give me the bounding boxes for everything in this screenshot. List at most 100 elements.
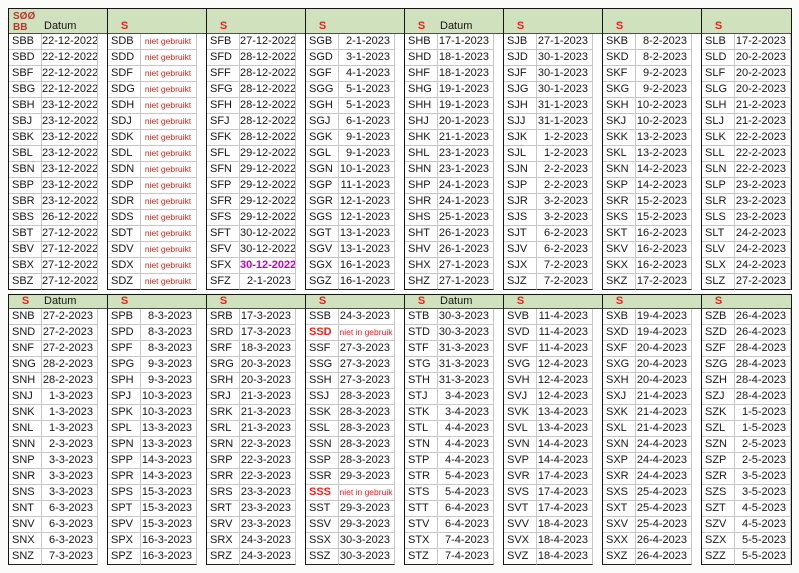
date-cell[interactable]: 14-2-2023: [636, 162, 692, 178]
code-cell[interactable]: SDG: [108, 82, 141, 98]
code-cell[interactable]: SGN: [306, 162, 339, 178]
code-cell[interactable]: SSZ: [306, 549, 339, 565]
group-header[interactable]: S: [504, 294, 602, 309]
code-cell[interactable]: SXH: [603, 373, 636, 389]
group-header[interactable]: S: [306, 294, 404, 309]
code-cell[interactable]: SSV: [306, 517, 339, 533]
date-cell[interactable]: 14-4-2023: [537, 453, 593, 469]
code-cell[interactable]: SXB: [603, 309, 636, 325]
code-cell[interactable]: STP: [405, 453, 438, 469]
code-cell[interactable]: STH: [405, 373, 438, 389]
code-cell[interactable]: SVR: [504, 469, 537, 485]
date-cell[interactable]: 20-3-2023: [240, 373, 296, 389]
code-cell[interactable]: SZV: [702, 517, 735, 533]
date-cell[interactable]: 20-4-2023: [636, 357, 692, 373]
date-cell[interactable]: 26-4-2023: [636, 549, 692, 565]
date-cell[interactable]: 2-5-2023: [735, 453, 791, 469]
code-cell[interactable]: SKZ: [603, 274, 636, 290]
code-cell[interactable]: SPD: [108, 325, 141, 341]
date-cell[interactable]: 22-12-2022: [42, 34, 98, 50]
code-cell[interactable]: STZ: [405, 549, 438, 565]
code-cell[interactable]: SDP: [108, 178, 141, 194]
code-cell[interactable]: SRG: [207, 357, 240, 373]
date-cell[interactable]: 23-2-2023: [735, 194, 791, 210]
date-cell[interactable]: 12-1-2023: [339, 194, 395, 210]
date-cell[interactable]: 21-3-2023: [240, 389, 296, 405]
code-cell[interactable]: SRR: [207, 469, 240, 485]
code-cell[interactable]: SPB: [108, 309, 141, 325]
date-cell[interactable]: 28-3-2023: [339, 389, 395, 405]
date-cell[interactable]: 31-3-2023: [438, 373, 494, 389]
date-cell[interactable]: 18-4-2023: [537, 517, 593, 533]
date-cell[interactable]: 1-3-2023: [42, 421, 98, 437]
code-cell[interactable]: SBZ: [9, 274, 42, 290]
code-cell[interactable]: SDZ: [108, 274, 141, 290]
code-cell[interactable]: SGX: [306, 258, 339, 274]
date-cell[interactable]: 5-4-2023: [438, 469, 494, 485]
date-cell[interactable]: 5-5-2023: [735, 533, 791, 549]
code-cell[interactable]: SKN: [603, 162, 636, 178]
code-cell[interactable]: SNJ: [9, 389, 42, 405]
code-cell[interactable]: SVJ: [504, 389, 537, 405]
date-cell[interactable]: 16-3-2023: [141, 549, 197, 565]
date-cell[interactable]: 14-4-2023: [537, 437, 593, 453]
date-cell[interactable]: 7-2-2023: [537, 258, 593, 274]
date-cell[interactable]: 1-2-2023: [537, 146, 593, 162]
date-cell[interactable]: 13-3-2023: [141, 421, 197, 437]
code-cell[interactable]: SVL: [504, 421, 537, 437]
code-cell[interactable]: SXT: [603, 501, 636, 517]
code-cell[interactable]: SLG: [702, 82, 735, 98]
code-cell[interactable]: SLT: [702, 226, 735, 242]
date-cell[interactable]: 15-3-2023: [141, 485, 197, 501]
date-cell[interactable]: 5-1-2023: [339, 98, 395, 114]
code-cell[interactable]: SRT: [207, 501, 240, 517]
date-cell[interactable]: 20-3-2023: [240, 357, 296, 373]
code-cell[interactable]: SRP: [207, 453, 240, 469]
code-cell[interactable]: SPL: [108, 421, 141, 437]
group-header[interactable]: S: [702, 8, 791, 34]
code-cell[interactable]: SLB: [702, 34, 735, 50]
code-cell[interactable]: STT: [405, 501, 438, 517]
date-cell[interactable]: 27-12-2022: [42, 226, 98, 242]
code-cell[interactable]: SKD: [603, 50, 636, 66]
code-cell[interactable]: SZT: [702, 501, 735, 517]
header-code-cell[interactable]: S: [207, 20, 240, 33]
code-cell[interactable]: SHX: [405, 258, 438, 274]
date-cell[interactable]: 2-1-2023: [339, 34, 395, 50]
code-cell[interactable]: SLV: [702, 242, 735, 258]
code-cell[interactable]: SHZ: [405, 274, 438, 290]
code-cell[interactable]: SZZ: [702, 549, 735, 565]
date-cell[interactable]: 31-1-2023: [537, 98, 593, 114]
date-cell[interactable]: 28-3-2023: [339, 421, 395, 437]
code-cell[interactable]: SND: [9, 325, 42, 341]
code-cell[interactable]: SPR: [108, 469, 141, 485]
code-cell[interactable]: SKG: [603, 82, 636, 98]
date-cell[interactable]: 28-4-2023: [735, 373, 791, 389]
code-cell[interactable]: SFP: [207, 178, 240, 194]
date-cell[interactable]: 6-3-2023: [42, 517, 98, 533]
code-cell[interactable]: SLD: [702, 50, 735, 66]
date-cell[interactable]: 6-2-2023: [537, 242, 593, 258]
code-cell[interactable]: SXX: [603, 533, 636, 549]
date-cell[interactable]: 25-4-2023: [636, 485, 692, 501]
date-cell[interactable]: 24-1-2023: [438, 194, 494, 210]
code-cell[interactable]: STB: [405, 309, 438, 325]
header-date-cell[interactable]: Datum: [42, 294, 98, 308]
date-cell[interactable]: 26-4-2023: [735, 325, 791, 341]
date-cell[interactable]: 27-2-2023: [42, 309, 98, 325]
code-cell[interactable]: SJL: [504, 146, 537, 162]
date-cell[interactable]: 10-3-2023: [141, 405, 197, 421]
date-cell[interactable]: 30-3-2023: [438, 325, 494, 341]
group-header[interactable]: S: [603, 8, 701, 34]
code-cell[interactable]: SPG: [108, 357, 141, 373]
header-code-cell[interactable]: S: [9, 295, 42, 308]
date-cell[interactable]: 3-2-2023: [537, 210, 593, 226]
code-cell[interactable]: SNF: [9, 341, 42, 357]
date-cell[interactable]: 21-3-2023: [240, 421, 296, 437]
date-cell[interactable]: 28-4-2023: [735, 389, 791, 405]
code-cell[interactable]: SJV: [504, 242, 537, 258]
group-header[interactable]: S: [702, 294, 791, 309]
date-cell[interactable]: 23-12-2022: [42, 194, 98, 210]
code-cell[interactable]: SKB: [603, 34, 636, 50]
date-cell[interactable]: 4-4-2023: [438, 453, 494, 469]
